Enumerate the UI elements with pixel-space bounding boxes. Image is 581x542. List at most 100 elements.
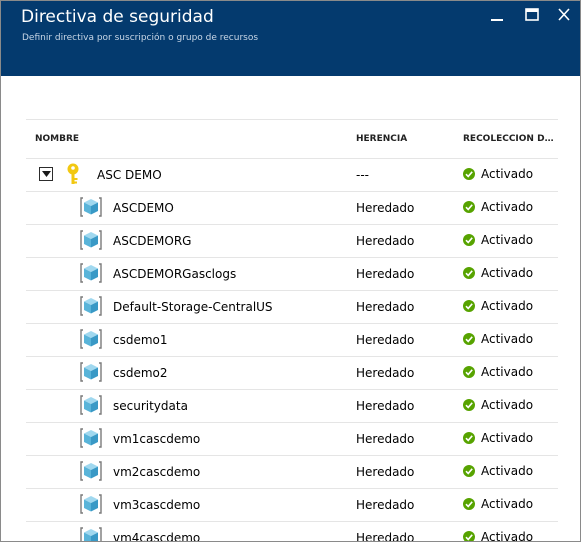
inheritance-value: Heredado bbox=[356, 465, 415, 479]
table-row[interactable]: ASCDEMORGasclogs Heredado Activado bbox=[26, 258, 558, 291]
status-label: Activado bbox=[481, 332, 534, 346]
resource-name: csdemo1 bbox=[113, 333, 168, 347]
status-label: Activado bbox=[481, 497, 534, 511]
blade-subtitle: Definir directiva por suscripción o grup… bbox=[22, 33, 259, 43]
inheritance-value: Heredado bbox=[356, 267, 415, 281]
table-row[interactable]: vm4cascdemo Heredado Activado bbox=[26, 522, 558, 542]
status-label: Activado bbox=[481, 398, 534, 412]
status-cell: Activado bbox=[463, 233, 533, 247]
resource-group-cube-icon bbox=[80, 395, 102, 415]
inheritance-value: Heredado bbox=[356, 234, 415, 248]
resource-name: vm2cascdemo bbox=[113, 465, 201, 479]
policy-table: NOMBRE HERENCIA RECOLECCIÓN DE... ASC DE… bbox=[26, 119, 558, 542]
status-label: Activado bbox=[481, 233, 534, 247]
table-row[interactable]: vm2cascdemo Heredado Activado bbox=[26, 456, 558, 489]
table-row[interactable]: csdemo1 Heredado Activado bbox=[26, 324, 558, 357]
resource-group-cube-icon bbox=[80, 329, 102, 349]
check-circle-icon bbox=[463, 465, 475, 477]
column-header-name[interactable]: NOMBRE bbox=[35, 134, 79, 144]
check-circle-icon bbox=[463, 300, 475, 312]
collapse-toggle[interactable] bbox=[39, 167, 53, 181]
resource-name: vm3cascdemo bbox=[113, 498, 201, 512]
column-header-inheritance[interactable]: HERENCIA bbox=[356, 134, 407, 144]
inheritance-value: Heredado bbox=[356, 498, 415, 512]
check-circle-icon bbox=[463, 531, 475, 541]
check-circle-icon bbox=[463, 333, 475, 345]
group-name: ASC DEMO bbox=[97, 168, 162, 182]
resource-name: ASCDEMORG bbox=[113, 234, 192, 248]
status-cell: Activado bbox=[463, 332, 533, 346]
policy-blade: Directiva de seguridad Definir directiva… bbox=[0, 0, 581, 542]
inheritance-value: Heredado bbox=[356, 531, 415, 542]
inheritance-value: Heredado bbox=[356, 300, 415, 314]
resource-name: ASCDEMO bbox=[113, 201, 174, 215]
check-circle-icon bbox=[463, 399, 475, 411]
close-button[interactable] bbox=[556, 8, 572, 22]
table-row[interactable]: csdemo2 Heredado Activado bbox=[26, 357, 558, 390]
resource-group-cube-icon bbox=[80, 263, 102, 283]
table-row[interactable]: vm1cascdemo Heredado Activado bbox=[26, 423, 558, 456]
inheritance-value: Heredado bbox=[356, 432, 415, 446]
status-label: Activado bbox=[481, 167, 534, 181]
status-label: Activado bbox=[481, 200, 534, 214]
resource-group-cube-icon bbox=[80, 428, 102, 448]
table-row[interactable]: ASCDEMORG Heredado Activado bbox=[26, 225, 558, 258]
status-cell: Activado bbox=[463, 299, 533, 313]
resource-group-cube-icon bbox=[80, 362, 102, 382]
group-row[interactable]: ASC DEMO --- Activado bbox=[26, 159, 558, 192]
table-row[interactable]: Default-Storage-CentralUS Heredado Activ… bbox=[26, 291, 558, 324]
resource-name: securitydata bbox=[113, 399, 188, 413]
resource-name: Default-Storage-CentralUS bbox=[113, 300, 273, 314]
table-row[interactable]: ASCDEMO Heredado Activado bbox=[26, 192, 558, 225]
status-cell: Activado bbox=[463, 398, 533, 412]
minimize-icon bbox=[491, 19, 503, 21]
resource-group-cube-icon bbox=[80, 197, 102, 217]
inheritance-value: Heredado bbox=[356, 366, 415, 380]
resource-rows: ASCDEMO Heredado Activado ASCDEMORG Here… bbox=[26, 192, 558, 542]
close-icon bbox=[558, 8, 570, 21]
resource-name: vm1cascdemo bbox=[113, 432, 201, 446]
resource-group-cube-icon bbox=[80, 230, 102, 250]
status-cell: Activado bbox=[463, 530, 534, 542]
maximize-icon bbox=[525, 8, 539, 21]
status-cell: Activado bbox=[463, 365, 533, 379]
status-cell: Activado bbox=[463, 431, 533, 445]
check-circle-icon bbox=[463, 168, 475, 180]
blade-title: Directiva de seguridad bbox=[21, 7, 214, 27]
resource-name: vm4cascdemo bbox=[113, 531, 201, 542]
blade-header: Directiva de seguridad Definir directiva… bbox=[1, 1, 580, 76]
table-row[interactable]: vm3cascdemo Heredado Activado bbox=[26, 489, 558, 522]
resource-group-cube-icon bbox=[80, 296, 102, 316]
status-label: Activado bbox=[481, 530, 534, 542]
inheritance-value: Heredado bbox=[356, 399, 415, 413]
status-cell: Activado bbox=[463, 266, 533, 280]
resource-group-cube-icon bbox=[80, 527, 102, 541]
resource-group-cube-icon bbox=[80, 461, 102, 481]
check-circle-icon bbox=[463, 201, 475, 213]
key-icon bbox=[67, 163, 79, 184]
status-cell: Activado bbox=[463, 167, 533, 181]
resource-group-cube-icon bbox=[80, 494, 102, 514]
minimize-button[interactable] bbox=[489, 8, 505, 22]
status-cell: Activado bbox=[463, 497, 533, 511]
resource-name: csdemo2 bbox=[113, 366, 168, 380]
inheritance-value: Heredado bbox=[356, 333, 415, 347]
table-header: NOMBRE HERENCIA RECOLECCIÓN DE... bbox=[26, 119, 558, 159]
inheritance-value: Heredado bbox=[356, 201, 415, 215]
status-label: Activado bbox=[481, 464, 534, 478]
resource-name: ASCDEMORGasclogs bbox=[113, 267, 237, 281]
check-circle-icon bbox=[463, 267, 475, 279]
table-row[interactable]: securitydata Heredado Activado bbox=[26, 390, 558, 423]
status-cell: Activado bbox=[463, 200, 533, 214]
status-label: Activado bbox=[481, 299, 534, 313]
check-circle-icon bbox=[463, 234, 475, 246]
check-circle-icon bbox=[463, 432, 475, 444]
status-label: Activado bbox=[481, 266, 534, 280]
maximize-button[interactable] bbox=[524, 8, 540, 22]
check-circle-icon bbox=[463, 498, 475, 510]
check-circle-icon bbox=[463, 366, 475, 378]
caret-down-icon bbox=[42, 171, 51, 177]
inheritance-value: --- bbox=[356, 168, 369, 182]
column-header-data-collection[interactable]: RECOLECCIÓN DE... bbox=[463, 134, 558, 144]
status-label: Activado bbox=[481, 365, 534, 379]
